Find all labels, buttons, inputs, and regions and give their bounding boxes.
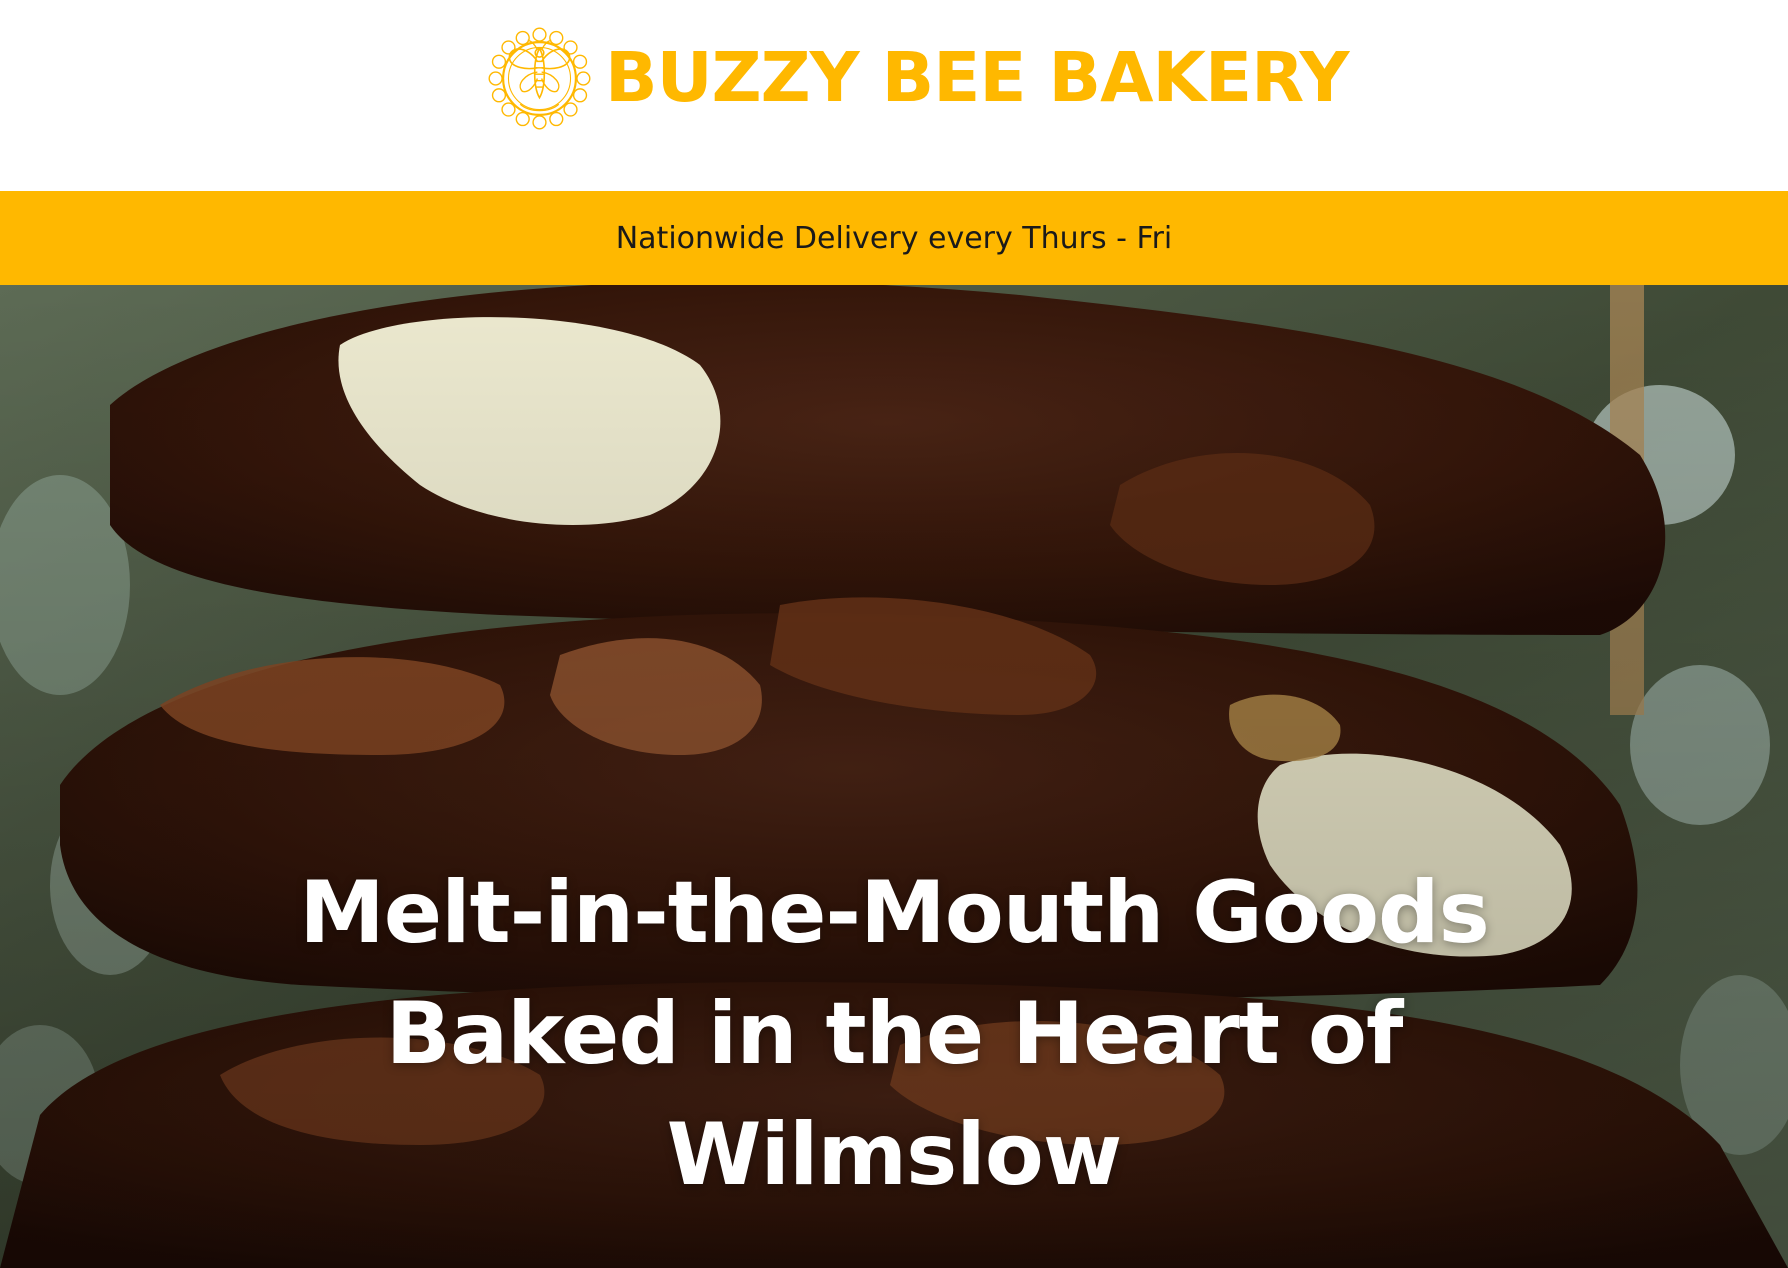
hero-heading-line: Baked in the Heart of: [385, 984, 1404, 1084]
hero-heading-line: Melt-in-the-Mouth Goods: [299, 863, 1490, 963]
site-header: BUZZY BEE BAKERY: [0, 0, 1788, 191]
hero-heading-line: Wilmslow: [666, 1105, 1123, 1205]
logo-link[interactable]: BUZZY BEE BAKERY: [486, 25, 1349, 132]
hero-banner: Melt-in-the-Mouth Goods Baked in the Hea…: [0, 285, 1788, 1268]
bee-emblem-icon: [488, 27, 591, 130]
announcement-text: Nationwide Delivery every Thurs - Fri: [615, 220, 1173, 256]
brand-name: BUZZY BEE BAKERY: [605, 38, 1349, 118]
announcement-bar: Nationwide Delivery every Thurs - Fri: [0, 191, 1788, 285]
hero-heading: Melt-in-the-Mouth Goods Baked in the Hea…: [194, 853, 1594, 1216]
